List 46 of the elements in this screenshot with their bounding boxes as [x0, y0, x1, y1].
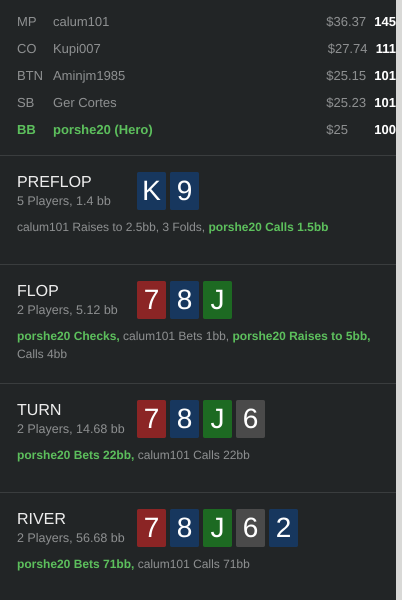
stack-amount: $27.74: [328, 41, 368, 56]
action-summary: porshe20 Bets 71bb, calum101 Calls 71bb: [17, 556, 251, 573]
playing-card: 8: [170, 509, 199, 547]
position-label: CO: [17, 41, 38, 56]
playing-card: J: [203, 400, 232, 438]
playing-card: J: [203, 509, 232, 547]
street-summary: 2 Players, 56.68 bb: [17, 530, 126, 546]
street-summary: 5 Players, 1.4 bb: [17, 192, 112, 210]
playing-card: 8: [170, 281, 199, 319]
playing-card: J: [203, 281, 232, 319]
big-blind-count: 100: [374, 122, 396, 137]
street-title: RIVER: [17, 510, 67, 530]
action-summary: porshe20 Checks, calum101 Bets 1bb, porshe20 Raises to 5bb, Calls 4bb: [17, 328, 372, 363]
stack-amount: $25.15: [326, 68, 368, 83]
position-label: MP: [17, 14, 38, 29]
playing-card: 6: [236, 509, 265, 547]
position-label: BB: [17, 122, 37, 137]
position-label: SB: [17, 95, 36, 110]
action-summary: calum101 Raises to 2.5bb, 3 Folds, porshe20 Calls 1.5bb: [17, 219, 330, 236]
playing-card: 6: [236, 400, 265, 438]
playing-card: 2: [269, 509, 298, 547]
playing-card: 9: [170, 172, 199, 210]
big-blind-count: 111: [376, 41, 396, 56]
stack-amount: $25.23: [326, 95, 368, 110]
big-blind-count: 145: [374, 14, 396, 29]
street-title: TURN: [17, 400, 62, 420]
street-summary: 2 Players, 14.68 bb: [17, 420, 126, 438]
player-name: Aminjm1985: [53, 68, 126, 83]
player-name: Ger Cortes: [53, 95, 118, 110]
player-name: calum101: [53, 14, 110, 29]
position-label: BTN: [17, 68, 44, 83]
playing-card: K: [137, 172, 166, 210]
playing-card: 7: [137, 509, 166, 547]
street-title: PREFLOP: [17, 172, 93, 192]
playing-card: 8: [170, 400, 199, 438]
big-blind-count: 101: [374, 95, 396, 110]
stack-amount: $36.37: [326, 14, 368, 29]
street-summary: 2 Players, 5.12 bb: [17, 302, 119, 318]
big-blind-count: 101: [374, 68, 396, 83]
stack-amount: $25: [326, 122, 349, 137]
street-title: FLOP: [17, 282, 60, 302]
playing-card: 7: [137, 281, 166, 319]
action-summary: porshe20 Bets 22bb, calum101 Calls 22bb: [17, 447, 251, 464]
player-name: Kupi007: [53, 41, 102, 56]
playing-card: 7: [137, 400, 166, 438]
player-name: porshe20 (Hero): [53, 122, 154, 137]
